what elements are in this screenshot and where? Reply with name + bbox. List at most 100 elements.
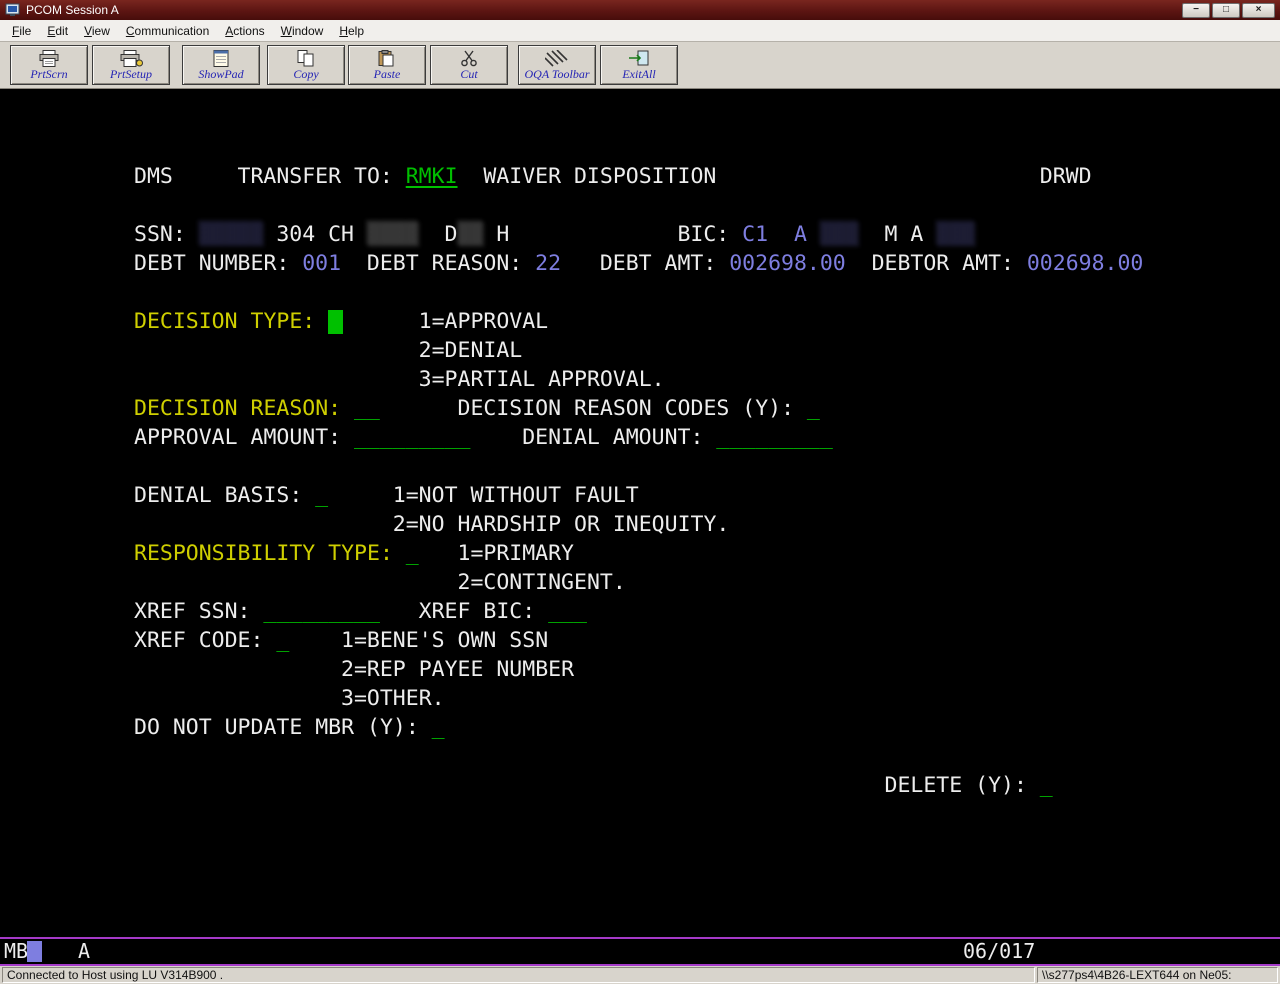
toolbar-button-exitall[interactable]: ExitAll: [600, 45, 678, 85]
terminal-text: DELETE (Y):: [885, 771, 1027, 800]
terminal-text: DMS: [134, 162, 173, 191]
terminal-input-field[interactable]: _: [807, 394, 820, 423]
menu-item-edit[interactable]: Edit: [39, 21, 76, 41]
terminal-input-field[interactable]: _________: [354, 423, 471, 452]
terminal-row: XREF SSN:_________XREF BIC:___: [0, 597, 1280, 626]
toolbar-button-label: Paste: [374, 67, 401, 81]
terminal-input-field[interactable]: _________: [263, 597, 380, 626]
pcom-window: PCOM Session A − □ × FileEditViewCommuni…: [0, 0, 1280, 984]
terminal-text: DEBTOR AMT:: [872, 249, 1014, 278]
terminal-text: 001: [302, 249, 341, 278]
terminal-text: H: [496, 220, 509, 249]
terminal-input-field[interactable]: _________: [716, 423, 833, 452]
menu-item-actions[interactable]: Actions: [217, 21, 272, 41]
oia-cursor-position: 06/017: [963, 939, 1035, 964]
terminal-text: DECISION REASON:: [134, 394, 341, 423]
terminal-row: 2=NO HARDSHIP OR INEQUITY.: [0, 510, 1280, 539]
terminal-row: RESPONSIBILITY TYPE: _ 1=PRIMARY: [0, 539, 1280, 568]
terminal-row: 2=DENIAL: [0, 336, 1280, 365]
toolbar-button-showpad[interactable]: ShowPad: [182, 45, 260, 85]
oia-status: MB: [4, 939, 28, 964]
terminal-input-field[interactable]: _: [276, 626, 289, 655]
terminal-text: DECISION REASON CODES (Y):: [458, 394, 795, 423]
terminal-cursor[interactable]: [328, 310, 343, 334]
terminal-text: XREF CODE:: [134, 626, 263, 655]
menu-item-window[interactable]: Window: [273, 21, 332, 41]
terminal-text: SSN:: [134, 220, 186, 249]
toolbar-button-oqa-toolbar[interactable]: OQA Toolbar: [518, 45, 596, 85]
toolbar-button-copy[interactable]: Copy: [267, 45, 345, 85]
notepad-icon: [209, 49, 233, 67]
terminal-row: 2=CONTINGENT.: [0, 568, 1280, 597]
terminal-row: DELETE (Y): _: [0, 771, 1280, 800]
terminal-text: DENIAL AMOUNT:: [522, 423, 703, 452]
terminal-row: XREF CODE: _ 1=BENE'S OWN SSN: [0, 626, 1280, 655]
terminal-text: 1=PRIMARY: [458, 539, 575, 568]
toolbar: PrtScrn PrtSetup ShowPad Copy Paste Cut OQA To…: [0, 42, 1280, 89]
copy-icon: [294, 49, 318, 67]
oia-indicator-block: [27, 941, 42, 962]
terminal-row: SSN:▒▒▒▒▒304 CH▒▒▒▒D▒▒HBIC:C1A▒▒▒MA▒▒▒: [0, 220, 1280, 249]
terminal-text: DENIAL BASIS:: [134, 481, 302, 510]
terminal-screen[interactable]: DMSTRANSFER TO:RMKIWAIVER DISPOSITIONDRW…: [0, 89, 1280, 937]
terminal-text: 2=NO HARDSHIP OR INEQUITY.: [393, 510, 730, 539]
toolbar-button-prtscrn[interactable]: PrtScrn: [10, 45, 88, 85]
terminal-row: 3=OTHER.: [0, 684, 1280, 713]
terminal-input-field[interactable]: _: [432, 713, 445, 742]
maximize-button[interactable]: □: [1212, 3, 1240, 18]
terminal-text: APPROVAL AMOUNT:: [134, 423, 341, 452]
menu-item-communication[interactable]: Communication: [118, 21, 217, 41]
toolbar-button-label: OQA Toolbar: [524, 67, 589, 81]
toolbar-button-prtsetup[interactable]: PrtSetup: [92, 45, 170, 85]
terminal-text: 3=OTHER.: [341, 684, 445, 713]
window-controls: − □ ×: [1182, 3, 1275, 18]
terminal-input-field[interactable]: RMKI: [406, 162, 458, 191]
menu-item-view[interactable]: View: [76, 21, 118, 41]
terminal-text: TRANSFER TO:: [238, 162, 393, 191]
printer-icon: [37, 49, 61, 67]
terminal-text: DO NOT UPDATE MBR (Y):: [134, 713, 419, 742]
terminal-input-field[interactable]: _: [1040, 771, 1053, 800]
menu-item-file[interactable]: File: [4, 21, 39, 41]
terminal-text: M: [885, 220, 898, 249]
terminal-text: DEBT REASON:: [367, 249, 522, 278]
terminal-input-field[interactable]: _: [406, 539, 419, 568]
terminal-row: DO NOT UPDATE MBR (Y): _: [0, 713, 1280, 742]
terminal-text: D: [445, 220, 458, 249]
toolbar-button-label: ShowPad: [198, 67, 243, 81]
terminal-text: XREF BIC:: [419, 597, 536, 626]
toolbar-button-cut[interactable]: Cut: [430, 45, 508, 85]
terminal-row: 2=REP PAYEE NUMBER: [0, 655, 1280, 684]
close-button[interactable]: ×: [1242, 3, 1275, 18]
terminal-text: ▒▒▒: [820, 220, 859, 249]
toolbar-button-label: Cut: [460, 67, 477, 81]
terminal-text: 2=DENIAL: [419, 336, 523, 365]
title-bar: PCOM Session A − □ ×: [0, 0, 1280, 20]
terminal-text: DEBT AMT:: [600, 249, 717, 278]
toolbar-button-paste[interactable]: Paste: [348, 45, 426, 85]
terminal-text: DRWD: [1040, 162, 1092, 191]
terminal-row: 3=PARTIAL APPROVAL.: [0, 365, 1280, 394]
minimize-button[interactable]: −: [1182, 3, 1210, 18]
terminal-text: 1=BENE'S OWN SSN: [341, 626, 548, 655]
paste-icon: [375, 49, 399, 67]
terminal-text: ▒▒▒▒▒: [199, 220, 264, 249]
terminal-row: APPROVAL AMOUNT: _________ DENIAL AMOUNT: _…: [0, 423, 1280, 452]
terminal-input-field[interactable]: _: [315, 481, 328, 510]
terminal-input-field[interactable]: ___: [548, 597, 587, 626]
toolbar-button-label: PrtScrn: [30, 67, 67, 81]
toolbar-button-label: Copy: [293, 67, 318, 81]
exit-icon: [627, 49, 651, 67]
terminal-row: DECISION REASON: __ DECISION REASON CODES …: [0, 394, 1280, 423]
terminal-text: 22: [535, 249, 561, 278]
terminal-text: RESPONSIBILITY TYPE:: [134, 539, 393, 568]
terminal-text: DEBT NUMBER:: [134, 249, 289, 278]
terminal-text: 1=NOT WITHOUT FAULT: [393, 481, 639, 510]
hatch-icon: [545, 49, 569, 67]
oia-status-row: MB A 06/017: [0, 937, 1280, 966]
toolbar-button-label: ExitAll: [622, 67, 655, 81]
terminal-input-field[interactable]: __: [354, 394, 380, 423]
terminal-text: 1=APPROVAL: [419, 307, 548, 336]
menu-item-help[interactable]: Help: [331, 21, 372, 41]
terminal-text: 304 CH: [276, 220, 354, 249]
